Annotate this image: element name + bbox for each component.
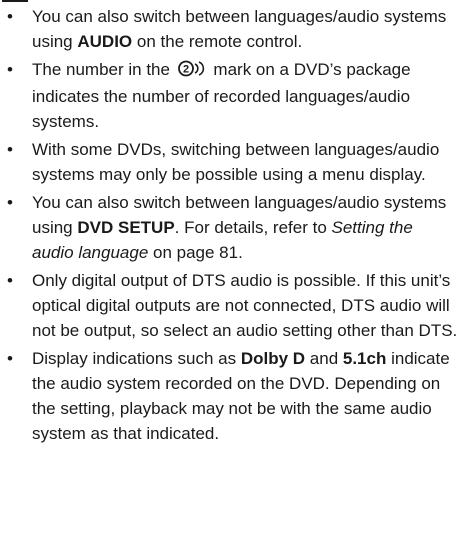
bullet-icon: • bbox=[7, 193, 13, 212]
note-text: Display indications such as bbox=[32, 349, 241, 368]
bold-term: DVD SETUP bbox=[77, 218, 175, 237]
note-text: Only digital output of DTS audio is poss… bbox=[32, 271, 458, 340]
top-rule-mark bbox=[2, 0, 28, 2]
note-text: The number in the bbox=[32, 60, 175, 79]
note-text: on page 81. bbox=[148, 243, 243, 262]
note-item: • You can also switch between languages/a… bbox=[0, 4, 462, 54]
note-text: With some DVDs, switching between lan­gu… bbox=[32, 140, 440, 184]
bullet-icon: • bbox=[7, 60, 13, 79]
bullet-icon: • bbox=[7, 349, 13, 368]
bullet-icon: • bbox=[7, 140, 13, 159]
bold-term: Dolby D bbox=[240, 349, 306, 368]
note-item: • Only digital output of DTS audio is pos… bbox=[0, 268, 462, 343]
audio-language-mark-icon: 2 bbox=[177, 59, 206, 84]
notes-list: • You can also switch between languages/a… bbox=[0, 4, 462, 449]
bullet-icon: • bbox=[7, 7, 13, 26]
note-item: • The number in the 2 mark on a DVD’s pac… bbox=[0, 57, 462, 134]
bullet-icon: • bbox=[7, 271, 13, 290]
note-item: • With some DVDs, switching between lan­g… bbox=[0, 137, 462, 187]
bold-term: AUDIO bbox=[77, 32, 133, 51]
note-text: . For details, refer to bbox=[174, 218, 332, 237]
svg-text:2: 2 bbox=[183, 64, 189, 76]
note-item: • You can also switch between languages/a… bbox=[0, 190, 462, 265]
bold-term: 5.1ch bbox=[342, 349, 387, 368]
note-text: and bbox=[305, 349, 343, 368]
note-item: • Display indications such as Dolby D and… bbox=[0, 346, 462, 446]
note-text: on the remote control. bbox=[132, 32, 303, 51]
